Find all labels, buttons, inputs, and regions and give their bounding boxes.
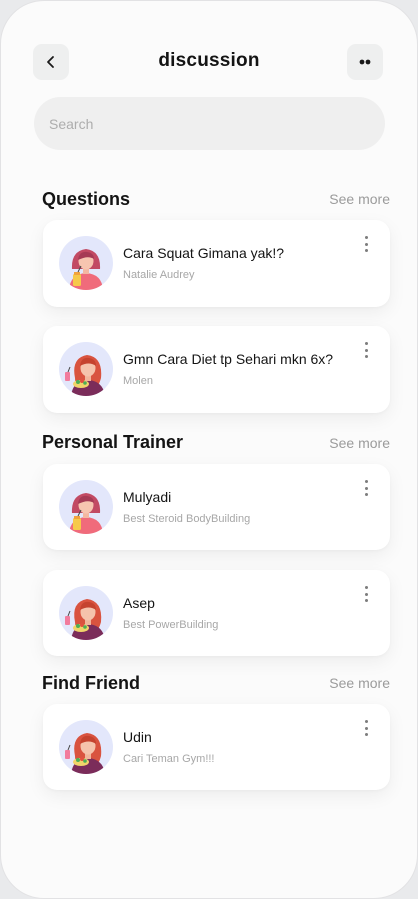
header: discussion — [1, 44, 417, 80]
kebab-menu-icon[interactable] — [362, 236, 370, 252]
see-more-questions-link[interactable]: See more — [329, 191, 390, 207]
woman-drink-avatar — [59, 236, 113, 290]
question-card[interactable]: Gmn Cara Diet tp Sehari mkn 6x? Molen — [43, 326, 390, 413]
card-title: Gmn Cara Diet tp Sehari mkn 6x? — [123, 351, 334, 367]
more-dots-icon — [359, 59, 371, 65]
card-subtitle: Best Steroid BodyBuilding — [123, 513, 251, 525]
card-title: Udin — [123, 729, 152, 745]
more-options-button[interactable] — [347, 44, 383, 80]
card-subtitle: Best PowerBuilding — [123, 619, 219, 631]
search-input[interactable]: Search — [34, 97, 385, 150]
card-subtitle: Natalie Audrey — [123, 269, 195, 281]
card-title: Cara Squat Gimana yak!? — [123, 245, 285, 261]
kebab-menu-icon[interactable] — [362, 586, 370, 602]
see-more-friends-link[interactable]: See more — [329, 675, 390, 691]
search-placeholder: Search — [49, 115, 94, 132]
friend-card[interactable]: Udin Cari Teman Gym!!! — [43, 704, 390, 790]
card-subtitle: Molen — [123, 375, 153, 387]
trainer-card[interactable]: Asep Best PowerBuilding — [43, 570, 390, 656]
section-title-personal-trainer: Personal Trainer — [42, 432, 184, 452]
woman-salad-avatar — [59, 342, 113, 396]
card-title: Asep — [123, 595, 155, 611]
see-more-trainers-link[interactable]: See more — [329, 435, 390, 451]
question-card[interactable]: Cara Squat Gimana yak!? Natalie Audrey — [43, 220, 390, 307]
woman-salad-avatar — [59, 720, 113, 774]
woman-salad-avatar — [59, 586, 113, 640]
section-title-find-friend: Find Friend — [42, 673, 140, 693]
kebab-menu-icon[interactable] — [362, 480, 370, 496]
kebab-menu-icon[interactable] — [362, 342, 370, 358]
kebab-menu-icon[interactable] — [362, 720, 370, 736]
woman-drink-avatar — [59, 480, 113, 534]
section-title-questions: Questions — [42, 189, 131, 209]
phone-screen: discussion Search Questions See more Car… — [0, 0, 418, 899]
trainer-card[interactable]: Mulyadi Best Steroid BodyBuilding — [43, 464, 390, 550]
card-subtitle: Cari Teman Gym!!! — [123, 753, 215, 765]
card-title: Mulyadi — [123, 489, 172, 505]
